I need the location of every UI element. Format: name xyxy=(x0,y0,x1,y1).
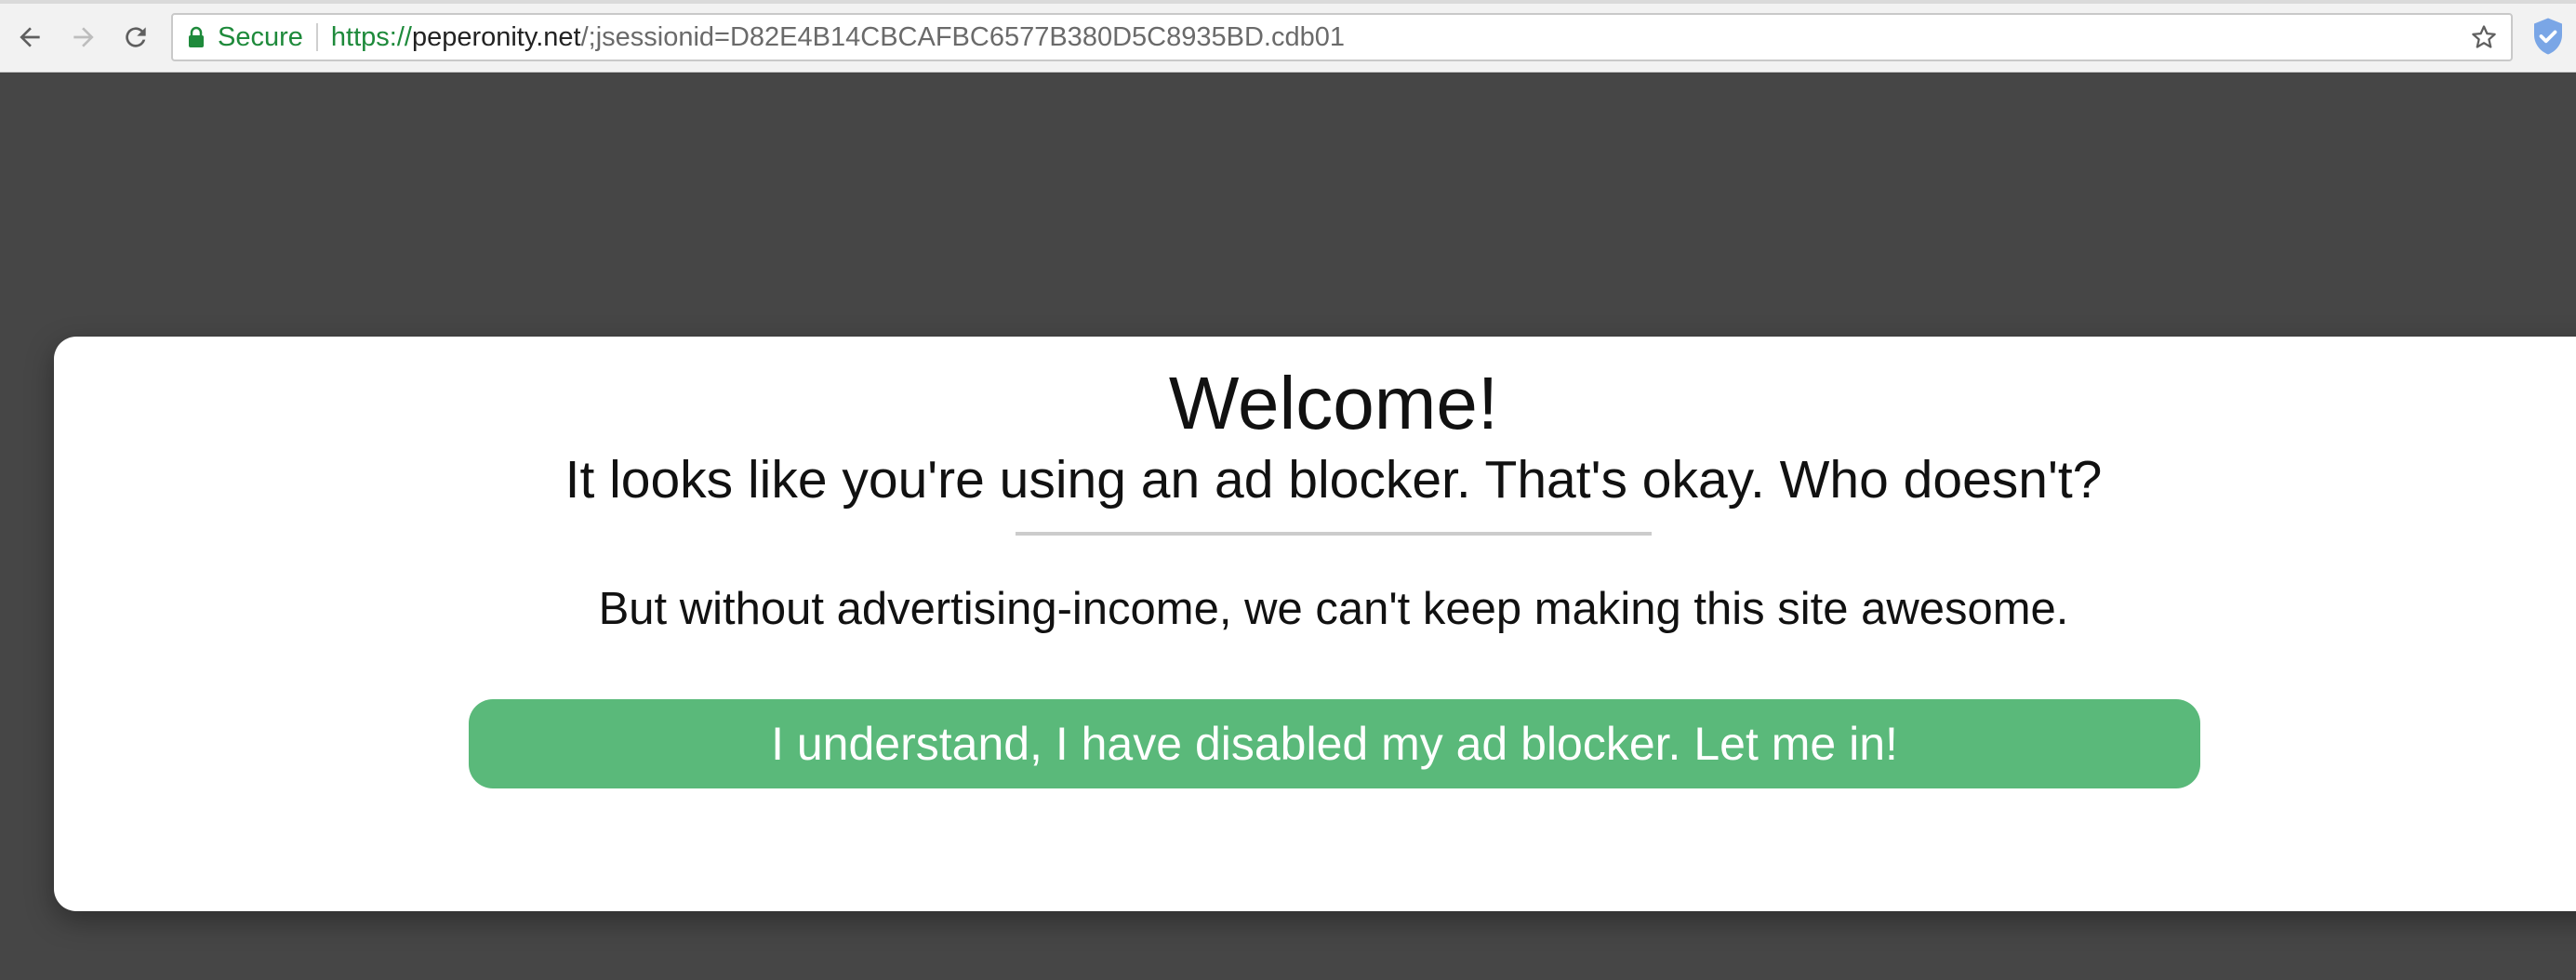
url-scheme: https:// xyxy=(330,21,412,52)
url-path: /;jsessionid=D82E4B14CBCAFBC6577B380D5C8… xyxy=(580,21,1345,52)
url-text[interactable]: https://peperonity.net/;jsessionid=D82E4… xyxy=(331,22,1345,53)
address-bar[interactable]: Secure https://peperonity.net/;jsessioni… xyxy=(171,13,2513,61)
reload-button[interactable] xyxy=(117,19,154,56)
disabled-ad-blocker-button[interactable]: I understand, I have disabled my ad bloc… xyxy=(469,699,2200,788)
arrow-right-icon xyxy=(73,27,94,47)
url-host: peperonity.net xyxy=(411,21,581,52)
modal-message: But without advertising-income, we can't… xyxy=(598,584,2069,634)
browser-toolbar: Secure https://peperonity.net/;jsessioni… xyxy=(0,0,2576,73)
back-button[interactable] xyxy=(11,19,48,56)
reload-icon xyxy=(126,27,146,47)
modal-divider xyxy=(1016,532,1652,536)
lock-icon xyxy=(188,26,205,48)
tab-strip xyxy=(0,0,2576,4)
arrow-left-icon xyxy=(20,27,40,47)
shield-extension-icon[interactable] xyxy=(2531,17,2565,56)
modal-subtitle: It looks like you're using an ad blocker… xyxy=(564,450,2103,510)
forward-button[interactable] xyxy=(65,19,102,56)
omnibox-divider xyxy=(315,23,318,51)
secure-label: Secure xyxy=(218,21,303,52)
modal-title: Welcome! xyxy=(1168,362,1499,444)
bookmark-star-icon[interactable] xyxy=(2470,23,2498,51)
